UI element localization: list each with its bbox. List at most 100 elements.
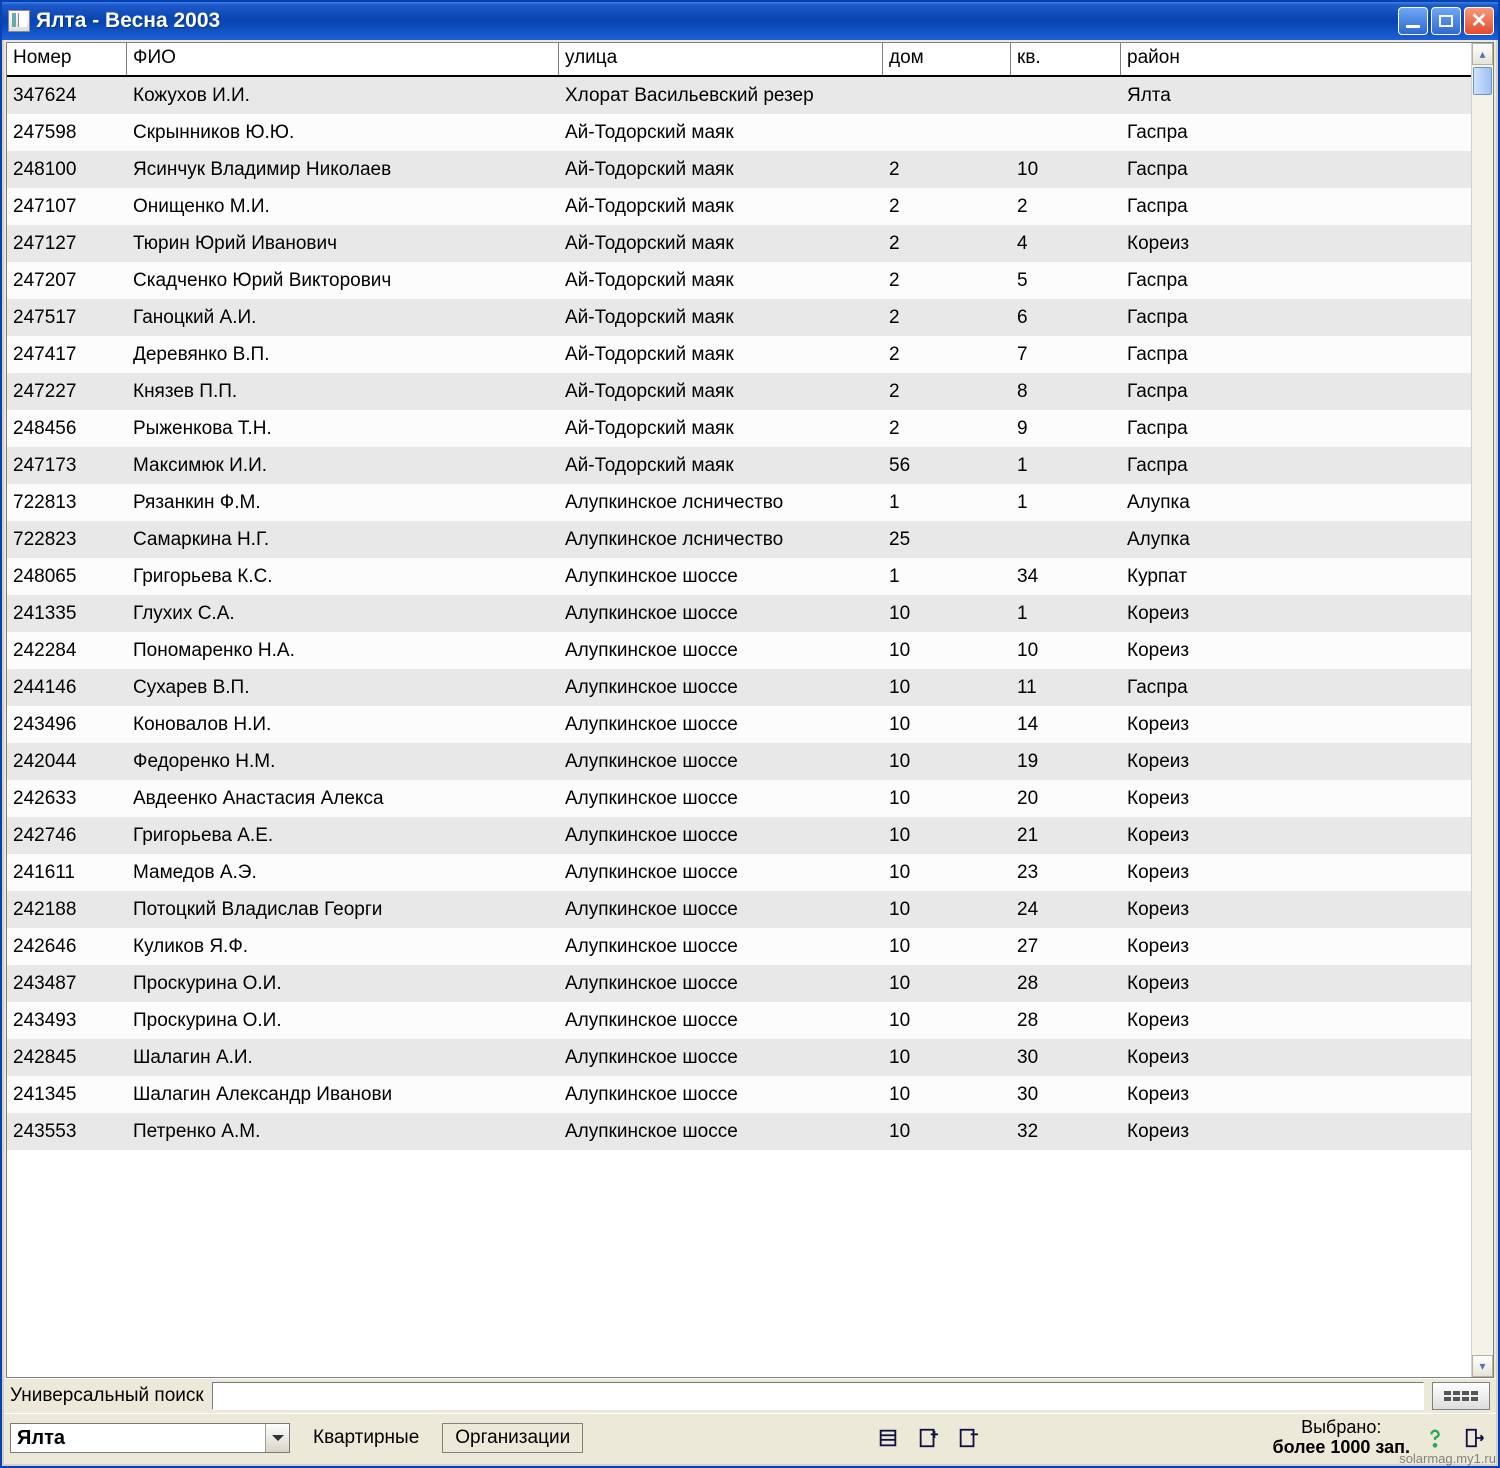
table-row[interactable]: 242633Авдеенко Анастасия АлексаАлупкинск… <box>7 780 1471 817</box>
cell-street: Ай-Тодорский маяк <box>559 114 883 151</box>
cell-street: Ай-Тодорский маяк <box>559 151 883 188</box>
table-row[interactable]: 243487Проскурина О.И.Алупкинское шоссе10… <box>7 965 1471 1002</box>
cell-street: Алупкинское шоссе <box>559 1002 883 1039</box>
add-record-icon[interactable] <box>913 1423 943 1453</box>
table-row[interactable]: 248100Ясинчук Владимир НиколаевАй-Тодорс… <box>7 151 1471 188</box>
table-row[interactable]: 247127Тюрин Юрий ИвановичАй-Тодорский ма… <box>7 225 1471 262</box>
cell-street: Алупкинское шоссе <box>559 743 883 780</box>
onscreen-keyboard-button[interactable] <box>1432 1382 1490 1410</box>
col-header-apartment[interactable]: кв. <box>1011 43 1121 75</box>
cell-apartment: 6 <box>1011 299 1121 336</box>
cell-apartment: 1 <box>1011 595 1121 632</box>
table-row[interactable]: 247598Скрынников Ю.Ю.Ай-Тодорский маякГа… <box>7 114 1471 151</box>
dropdown-icon[interactable] <box>265 1424 289 1452</box>
organizations-button[interactable]: Организации <box>442 1423 583 1453</box>
cell-number: 242044 <box>7 743 127 780</box>
table-row[interactable]: 243553Петренко А.М.Алупкинское шоссе1032… <box>7 1113 1471 1150</box>
table-row[interactable]: 247207Скадченко Юрий ВикторовичАй-Тодорс… <box>7 262 1471 299</box>
data-grid: Номер ФИО улица дом кв. район 347624Кожу… <box>6 42 1494 1378</box>
cell-district: Кореиз <box>1121 743 1321 780</box>
table-row[interactable]: 247227Князев П.П.Ай-Тодорский маяк28Гасп… <box>7 373 1471 410</box>
cell-number: 244146 <box>7 669 127 706</box>
table-row[interactable]: 241611Мамедов А.Э.Алупкинское шоссе1023К… <box>7 854 1471 891</box>
cell-house: 10 <box>883 1076 1011 1113</box>
cell-district: Гаспра <box>1121 336 1321 373</box>
cell-house: 10 <box>883 928 1011 965</box>
cell-number: 247127 <box>7 225 127 262</box>
cell-name: Григорьева А.Е. <box>127 817 559 854</box>
scroll-thumb[interactable] <box>1473 67 1492 95</box>
cell-district: Гаспра <box>1121 410 1321 447</box>
table-row[interactable]: 241335Глухих С.А.Алупкинское шоссе101Кор… <box>7 595 1471 632</box>
table-row[interactable]: 242188Потоцкий Владислав ГеоргиАлупкинск… <box>7 891 1471 928</box>
table-row[interactable]: 243493Проскурина О.И.Алупкинское шоссе10… <box>7 1002 1471 1039</box>
cell-street: Алупкинское шоссе <box>559 558 883 595</box>
table-row[interactable]: 247517Ганоцкий А.И.Ай-Тодорский маяк26Га… <box>7 299 1471 336</box>
titlebar[interactable]: Ялта - Весна 2003 ✕ <box>2 2 1498 40</box>
cell-street: Ай-Тодорский маяк <box>559 262 883 299</box>
table-row[interactable]: 247107Онищенко М.И.Ай-Тодорский маяк22Га… <box>7 188 1471 225</box>
cell-number: 242845 <box>7 1039 127 1076</box>
col-header-name[interactable]: ФИО <box>127 43 559 75</box>
table-row[interactable]: 722813Рязанкин Ф.М.Алупкинское лсничеств… <box>7 484 1471 521</box>
cell-house: 2 <box>883 299 1011 336</box>
cell-number: 241345 <box>7 1076 127 1113</box>
vertical-scrollbar[interactable]: ▴ ▾ <box>1471 43 1493 1377</box>
maximize-button[interactable] <box>1431 7 1461 35</box>
table-row[interactable]: 242746Григорьева А.Е.Алупкинское шоссе10… <box>7 817 1471 854</box>
scroll-up-button[interactable]: ▴ <box>1472 43 1493 65</box>
exit-icon[interactable] <box>1460 1423 1490 1453</box>
table-row[interactable]: 722823Самаркина Н.Г.Алупкинское лсничест… <box>7 521 1471 558</box>
cell-apartment <box>1011 114 1121 151</box>
city-combo[interactable]: Ялта <box>10 1423 290 1453</box>
scroll-track[interactable] <box>1472 65 1493 1355</box>
cell-house: 2 <box>883 262 1011 299</box>
cell-house: 2 <box>883 151 1011 188</box>
delete-record-icon[interactable] <box>953 1423 983 1453</box>
col-header-district[interactable]: район <box>1121 43 1321 75</box>
search-input[interactable] <box>212 1382 1424 1410</box>
cell-name: Рязанкин Ф.М. <box>127 484 559 521</box>
cell-house <box>883 77 1011 114</box>
cell-street: Ай-Тодорский маяк <box>559 447 883 484</box>
cell-house: 2 <box>883 225 1011 262</box>
cell-street: Алупкинское шоссе <box>559 1076 883 1113</box>
cell-apartment: 21 <box>1011 817 1121 854</box>
table-row[interactable]: 248065Григорьева К.С.Алупкинское шоссе13… <box>7 558 1471 595</box>
scroll-down-button[interactable]: ▾ <box>1472 1355 1493 1377</box>
minimize-button[interactable] <box>1398 7 1428 35</box>
cell-house: 10 <box>883 965 1011 1002</box>
list-view-icon[interactable] <box>873 1423 903 1453</box>
table-row[interactable]: 241345Шалагин Александр ИвановиАлупкинск… <box>7 1076 1471 1113</box>
cell-apartment: 8 <box>1011 373 1121 410</box>
cell-house: 10 <box>883 1002 1011 1039</box>
cell-district: Кореиз <box>1121 928 1321 965</box>
table-row[interactable]: 247173Максимюк И.И.Ай-Тодорский маяк561Г… <box>7 447 1471 484</box>
table-row[interactable]: 242845Шалагин А.И.Алупкинское шоссе1030К… <box>7 1039 1471 1076</box>
table-row[interactable]: 242044Федоренко Н.М.Алупкинское шоссе101… <box>7 743 1471 780</box>
table-row[interactable]: 242646Куликов Я.Ф.Алупкинское шоссе1027К… <box>7 928 1471 965</box>
table-row[interactable]: 242284Пономаренко Н.А.Алупкинское шоссе1… <box>7 632 1471 669</box>
cell-number: 242646 <box>7 928 127 965</box>
cell-district: Кореиз <box>1121 854 1321 891</box>
col-header-number[interactable]: Номер <box>7 43 127 75</box>
close-button[interactable]: ✕ <box>1464 7 1494 35</box>
table-row[interactable]: 243496Коновалов Н.И.Алупкинское шоссе101… <box>7 706 1471 743</box>
table-row[interactable]: 248456Рыженкова Т.Н.Ай-Тодорский маяк29Г… <box>7 410 1471 447</box>
table-row[interactable]: 347624Кожухов И.И. Хлорат Васильевский р… <box>7 77 1471 114</box>
col-header-street[interactable]: улица <box>559 43 883 75</box>
table-row[interactable]: 247417Деревянко В.П.Ай-Тодорский маяк27Г… <box>7 336 1471 373</box>
residential-button[interactable]: Квартирные <box>300 1423 432 1453</box>
cell-name: Пономаренко Н.А. <box>127 632 559 669</box>
help-icon[interactable] <box>1420 1423 1450 1453</box>
col-header-house[interactable]: дом <box>883 43 1011 75</box>
cell-name: Деревянко В.П. <box>127 336 559 373</box>
cell-street: Алупкинское шоссе <box>559 854 883 891</box>
cell-district: Алупка <box>1121 521 1321 558</box>
cell-district: Кореиз <box>1121 1076 1321 1113</box>
table-row[interactable]: 244146Сухарев В.П.Алупкинское шоссе1011Г… <box>7 669 1471 706</box>
cell-house: 10 <box>883 854 1011 891</box>
cell-apartment: 5 <box>1011 262 1121 299</box>
cell-name: Федоренко Н.М. <box>127 743 559 780</box>
cell-number: 247173 <box>7 447 127 484</box>
